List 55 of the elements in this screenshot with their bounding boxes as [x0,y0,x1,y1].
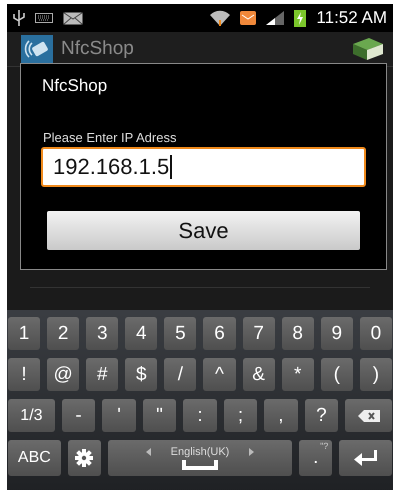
keyboard-key[interactable]: " [142,399,176,432]
save-button[interactable]: Save [47,211,360,250]
keyboard-key[interactable]: 7 [242,317,275,350]
key-hint: "? [320,441,328,451]
keyboard-key[interactable]: 5 [164,317,196,350]
enter-icon [354,450,378,466]
app-title: NfcShop [61,38,134,60]
field-label: Please Enter IP Adress [43,130,178,145]
keyboard-key[interactable]: ^ [203,358,236,391]
clock-time: 11:52 AM [316,8,387,28]
space-key[interactable]: English(UK) [108,440,292,476]
enter-key[interactable] [339,440,392,476]
ip-input-field[interactable]: 192.168.1.5 [41,147,366,187]
keyboard-key[interactable]: ) [360,358,392,391]
keyboard-key[interactable]: @ [47,358,80,391]
settings-key[interactable] [68,440,101,476]
keyboard-icon [35,13,53,23]
keyboard-key[interactable]: ; [224,399,258,432]
left-arrow-icon [146,448,151,456]
keyboard-key[interactable]: 8 [282,317,314,350]
keyboard-key[interactable]: # [86,358,118,391]
keyboard-key[interactable]: / [164,358,196,391]
keyboard-key[interactable]: "? . [299,440,332,476]
keyboard-key[interactable]: ABC [8,440,61,476]
keyboard-key[interactable]: 9 [320,317,353,350]
keyboard-key[interactable]: ' [102,399,136,432]
keyboard-key[interactable]: & [242,358,275,391]
signal-icon [266,11,284,25]
keyboard-key[interactable]: 3 [86,317,118,350]
backspace-key[interactable] [345,399,392,432]
dialog-title: NfcShop [42,76,108,96]
keyboard-key[interactable]: , [264,399,298,432]
app-icon [21,35,53,63]
keyboard-key[interactable]: ? [304,399,338,432]
keyboard-key[interactable]: ! [8,358,40,391]
keyboard-key[interactable]: 4 [125,317,158,350]
keyboard-key[interactable]: ( [320,358,353,391]
mail-icon [240,11,256,25]
mail-icon [63,12,83,24]
backspace-icon [358,410,380,422]
keyboard-key[interactable]: 6 [203,317,236,350]
keyboard-key[interactable]: 1 [8,317,40,350]
space-bar-icon [182,460,218,470]
right-arrow-icon [249,448,254,456]
keyboard-key[interactable]: - [62,399,96,432]
keyboard-key[interactable]: : [183,399,217,432]
keyboard-key[interactable]: * [282,358,314,391]
keyboard-key[interactable]: 1/3 [8,399,55,432]
keyboard-key[interactable]: 2 [47,317,80,350]
usb-icon [13,10,25,26]
gear-icon [75,449,94,467]
keyboard-key[interactable]: 0 [360,317,392,350]
battery-icon [294,9,306,27]
keyboard-key[interactable]: $ [125,358,158,391]
wifi-icon [210,10,230,26]
